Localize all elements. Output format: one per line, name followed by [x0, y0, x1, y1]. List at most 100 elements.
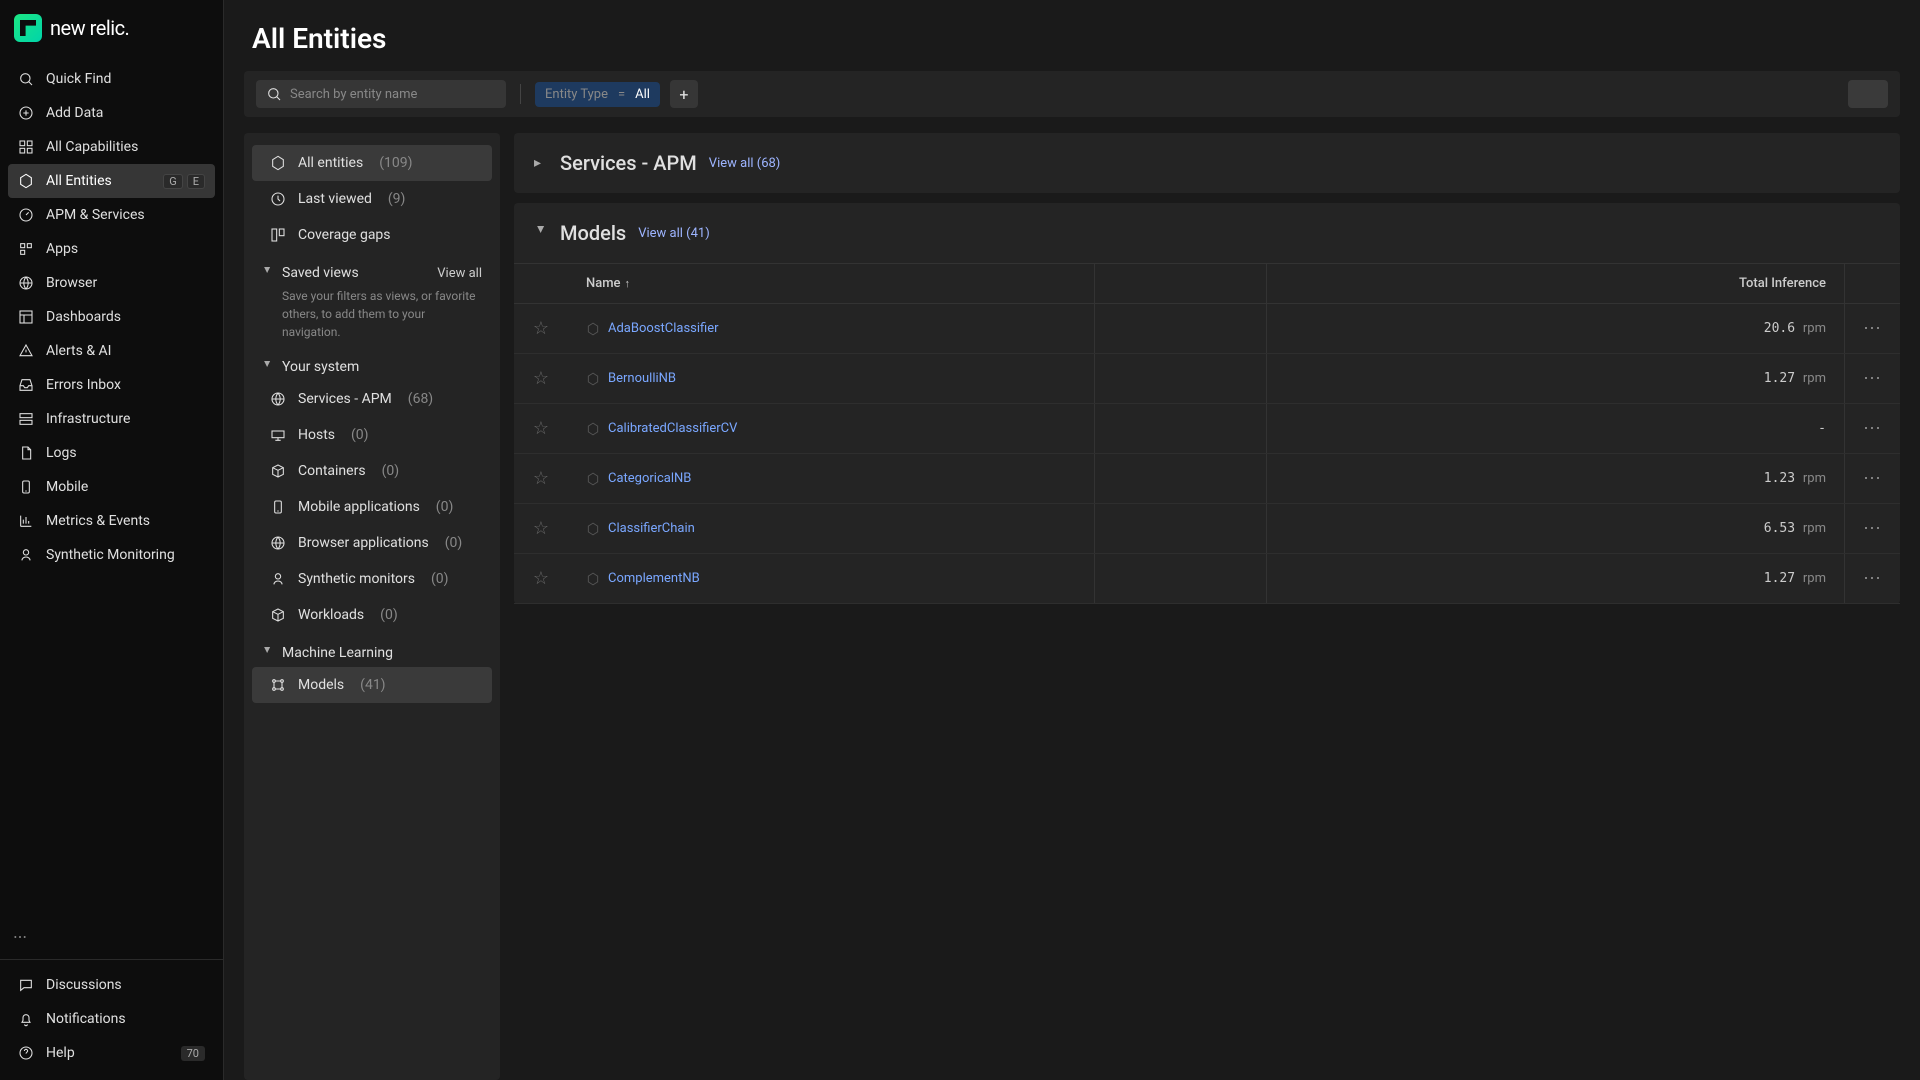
- nav-item-discussions[interactable]: Discussions: [8, 968, 215, 1002]
- search-input[interactable]: [290, 87, 496, 102]
- inspector-item-count: (0): [351, 427, 369, 443]
- star-icon[interactable]: ☆: [533, 418, 549, 439]
- entity-link[interactable]: CategoricalNB: [586, 471, 1076, 486]
- inspector-item-hosts[interactable]: Hosts(0): [252, 417, 492, 453]
- nav-item-alerts-ai[interactable]: Alerts & AI: [8, 334, 215, 368]
- panel-apm-view-all[interactable]: View all (68): [709, 156, 781, 171]
- nav-item-metrics-events[interactable]: Metrics & Events: [8, 504, 215, 538]
- nav-label: Alerts & AI: [46, 343, 111, 359]
- nav-item-add-data[interactable]: Add Data: [8, 96, 215, 130]
- star-icon[interactable]: ☆: [533, 468, 549, 489]
- inspector-all-count: (109): [379, 155, 412, 171]
- your-system-section: ▸ Your system: [244, 347, 500, 381]
- saved-views-header[interactable]: ▸ Saved views View all: [262, 265, 482, 281]
- entity-link[interactable]: BernoulliNB: [586, 371, 1076, 386]
- coverage-icon: [270, 227, 286, 243]
- col-inference-header[interactable]: Total Inference: [1267, 264, 1845, 304]
- inspector-item-browser-applications[interactable]: Browser applications(0): [252, 525, 492, 561]
- row-actions-icon[interactable]: ⋯: [1863, 568, 1882, 589]
- models-table: Name↑ Total Inference ☆ AdaBoostClassifi…: [514, 263, 1900, 604]
- nav-item-infrastructure[interactable]: Infrastructure: [8, 402, 215, 436]
- inference-value: -: [1267, 404, 1845, 454]
- entity-link[interactable]: AdaBoostClassifier: [586, 321, 1076, 336]
- row-actions-icon[interactable]: ⋯: [1863, 318, 1882, 339]
- chip-val: All: [635, 87, 650, 102]
- nav-item-quick-find[interactable]: Quick Find: [8, 62, 215, 96]
- star-icon[interactable]: ☆: [533, 568, 549, 589]
- hex-icon: [270, 155, 286, 171]
- alert-icon: [18, 343, 34, 359]
- row-actions-icon[interactable]: ⋯: [1863, 418, 1882, 439]
- panel-apm: ▸ Services - APM View all (68): [514, 133, 1900, 193]
- clock-icon: [270, 191, 286, 207]
- nav-item-all-entities[interactable]: All EntitiesGE: [8, 164, 215, 198]
- inference-value: 1.27 rpm: [1267, 354, 1845, 404]
- nav-item-all-capabilities[interactable]: All Capabilities: [8, 130, 215, 164]
- hex-icon: [18, 173, 34, 189]
- nav-label: Help: [46, 1045, 75, 1061]
- saved-views-view-all[interactable]: View all: [437, 266, 482, 281]
- host-icon: [270, 427, 286, 443]
- inspector-item-containers[interactable]: Containers(0): [252, 453, 492, 489]
- logo-text: new relic.: [50, 16, 129, 40]
- inspector-item-mobile-applications[interactable]: Mobile applications(0): [252, 489, 492, 525]
- nav-more-icon[interactable]: [0, 919, 223, 959]
- hex-icon: [586, 372, 600, 386]
- add-filter-button[interactable]: +: [670, 80, 698, 108]
- box-icon: [270, 607, 286, 623]
- nav-item-apps[interactable]: Apps: [8, 232, 215, 266]
- nav-item-browser[interactable]: Browser: [8, 266, 215, 300]
- mobile-icon: [270, 499, 286, 515]
- entity-link[interactable]: ComplementNB: [586, 571, 1076, 586]
- nav-item-errors-inbox[interactable]: Errors Inbox: [8, 368, 215, 402]
- entity-link[interactable]: ClassifierChain: [586, 521, 1076, 536]
- ml-title: Machine Learning: [282, 645, 393, 661]
- nav-item-synthetic-monitoring[interactable]: Synthetic Monitoring: [8, 538, 215, 572]
- nav-item-apm-services[interactable]: APM & Services: [8, 198, 215, 232]
- inspector-last-viewed[interactable]: Last viewed (9): [252, 181, 492, 217]
- panel-models-view-all[interactable]: View all (41): [638, 226, 710, 241]
- star-icon[interactable]: ☆: [533, 318, 549, 339]
- nav-label: Mobile: [46, 479, 88, 495]
- chevron-right-icon[interactable]: ▸: [534, 155, 548, 171]
- key-G: G: [163, 174, 183, 189]
- nav-item-logs[interactable]: Logs: [8, 436, 215, 470]
- inference-value: 20.6 rpm: [1267, 304, 1845, 354]
- nav-label: Metrics & Events: [46, 513, 150, 529]
- star-icon[interactable]: ☆: [533, 518, 549, 539]
- chevron-down-icon[interactable]: ▸: [533, 226, 549, 240]
- inspector-last-label: Last viewed: [298, 191, 372, 207]
- nav-label: Synthetic Monitoring: [46, 547, 175, 563]
- row-actions-icon[interactable]: ⋯: [1863, 468, 1882, 489]
- nav-item-help[interactable]: Help70: [8, 1036, 215, 1070]
- search-box[interactable]: [256, 80, 506, 108]
- sidebar: new relic. Quick FindAdd DataAll Capabil…: [0, 0, 224, 1080]
- inspector-item-services-apm[interactable]: Services - APM(68): [252, 381, 492, 417]
- inspector-all-entities[interactable]: All entities (109): [252, 145, 492, 181]
- row-actions-icon[interactable]: ⋯: [1863, 368, 1882, 389]
- inspector-item-synthetic-monitors[interactable]: Synthetic monitors(0): [252, 561, 492, 597]
- inspector-item-workloads[interactable]: Workloads(0): [252, 597, 492, 633]
- hex-icon: [586, 522, 600, 536]
- star-icon[interactable]: ☆: [533, 368, 549, 389]
- nav-item-dashboards[interactable]: Dashboards: [8, 300, 215, 334]
- filter-bar: Entity Type = All +: [244, 71, 1900, 117]
- box-icon: [270, 463, 286, 479]
- globe-icon: [270, 535, 286, 551]
- entity-link[interactable]: CalibratedClassifierCV: [586, 421, 1076, 436]
- ml-header[interactable]: ▸ Machine Learning: [262, 645, 482, 661]
- row-actions-icon[interactable]: ⋯: [1863, 518, 1882, 539]
- nav-item-notifications[interactable]: Notifications: [8, 1002, 215, 1036]
- inspector-coverage-gaps[interactable]: Coverage gaps: [252, 217, 492, 253]
- chevron-down-icon: ▸: [261, 361, 275, 373]
- inference-value: 1.27 rpm: [1267, 554, 1845, 604]
- inference-value: 1.23 rpm: [1267, 454, 1845, 504]
- filter-chip[interactable]: Entity Type = All: [535, 82, 660, 107]
- inspector-item-models[interactable]: Models(41): [252, 667, 492, 703]
- filter-action-button[interactable]: [1848, 80, 1888, 108]
- logo[interactable]: new relic.: [0, 0, 223, 62]
- your-system-header[interactable]: ▸ Your system: [262, 359, 482, 375]
- nav-item-mobile[interactable]: Mobile: [8, 470, 215, 504]
- server-icon: [18, 411, 34, 427]
- col-name-header[interactable]: Name↑: [568, 264, 1095, 304]
